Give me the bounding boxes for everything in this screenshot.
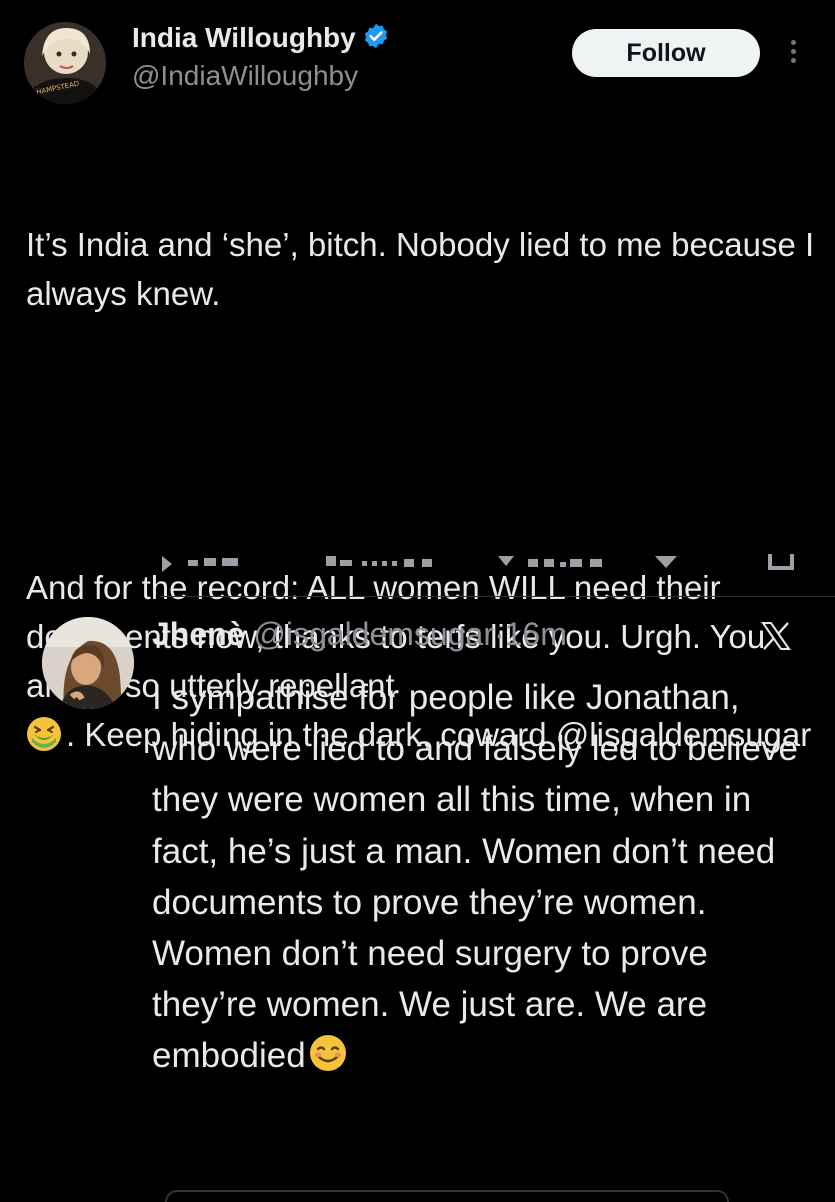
x-logo-icon	[761, 622, 791, 650]
tweet-action-bar	[0, 550, 835, 580]
quoted-header: Jhenè @isgaldemsugar·16m	[152, 616, 567, 653]
header-separator: ·	[493, 616, 505, 652]
smiling-face-emoji	[309, 1035, 346, 1072]
quoted-text: I sympathise for people like Jonathan, w…	[152, 672, 812, 1082]
quoted-author-name[interactable]: Jhenè	[152, 616, 244, 652]
tweet-blank-line	[26, 416, 816, 465]
author-avatar[interactable]: HAMPSTEAD	[24, 22, 106, 104]
quoted-author-avatar[interactable]	[42, 617, 134, 709]
divider	[160, 596, 835, 597]
author-name[interactable]: India Willoughby	[132, 22, 390, 54]
nauseated-face-emoji	[27, 717, 61, 751]
tweet-paragraph: It’s India and ‘she’, bitch. Nobody lied…	[26, 226, 824, 312]
tweet-action-bar-clipped	[162, 554, 794, 572]
verified-badge-icon	[364, 23, 387, 49]
author-name-text: India Willoughby	[132, 22, 356, 53]
follow-button[interactable]: Follow	[572, 29, 760, 77]
quoted-time[interactable]: 16m	[505, 616, 567, 652]
more-options-icon[interactable]	[786, 40, 800, 70]
author-handle[interactable]: @IndiaWilloughby	[132, 60, 358, 92]
embedded-card-edge	[165, 1190, 729, 1202]
quoted-author-avatar-image	[42, 617, 134, 709]
quoted-text-body: I sympathise for people like Jonathan, w…	[152, 678, 808, 1076]
quoted-author-handle[interactable]: @isgaldemsugar	[253, 616, 494, 652]
reply-icon	[162, 556, 172, 572]
